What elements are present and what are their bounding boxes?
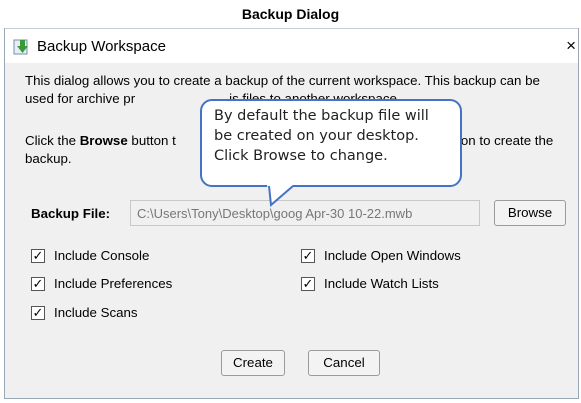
- backup-workspace-dialog: Backup Workspace × This dialog allows yo…: [4, 28, 579, 399]
- create-button[interactable]: Create: [221, 350, 285, 376]
- dialog-title: Backup Workspace: [37, 38, 166, 55]
- browse-button[interactable]: Browse: [494, 200, 566, 226]
- desc2-part1: Click the: [25, 133, 80, 148]
- include-scans-label: Include Scans: [54, 305, 138, 320]
- include-watch-lists-label: Include Watch Lists: [324, 276, 439, 291]
- include-preferences-checkbox[interactable]: ✓ Include Preferences: [31, 276, 172, 291]
- checkbox-check-icon: ✓: [301, 247, 315, 263]
- backup-file-field[interactable]: C:\Users\Tony\Desktop\goog Apr-30 10-22.…: [130, 200, 480, 226]
- download-arrow-icon: [13, 39, 28, 55]
- include-open-windows-checkbox[interactable]: ✓ Include Open Windows: [301, 248, 461, 263]
- include-scans-checkbox[interactable]: ✓ Include Scans: [31, 305, 138, 320]
- checkbox-check-icon: ✓: [31, 247, 45, 263]
- checkbox-check-icon: ✓: [31, 304, 45, 320]
- cancel-button[interactable]: Cancel: [308, 350, 380, 376]
- include-open-windows-label: Include Open Windows: [324, 248, 461, 263]
- tooltip-callout: By default the backup file will be creat…: [200, 99, 462, 187]
- checkbox-check-icon: ✓: [31, 275, 45, 291]
- include-watch-lists-checkbox[interactable]: ✓ Include Watch Lists: [301, 276, 439, 291]
- desc2-browse-bold: Browse: [79, 133, 128, 148]
- close-button[interactable]: ×: [566, 36, 576, 56]
- tooltip-line-1: By default the backup file will: [214, 108, 429, 124]
- include-console-label: Include Console: [54, 248, 150, 263]
- figure-caption: Backup Dialog: [241, 6, 340, 22]
- tooltip-line-2: be created on your desktop.: [214, 128, 419, 144]
- tooltip-line-3: Click Browse to change.: [214, 148, 388, 164]
- title-bar: Backup Workspace ×: [5, 28, 578, 63]
- desc2-part2: button t: [127, 133, 176, 148]
- checkbox-check-icon: ✓: [301, 275, 315, 291]
- tooltip-pointer: [267, 185, 294, 207]
- include-console-checkbox[interactable]: ✓ Include Console: [31, 248, 149, 263]
- backup-file-label: Backup File:: [31, 206, 111, 221]
- include-preferences-label: Include Preferences: [54, 276, 173, 291]
